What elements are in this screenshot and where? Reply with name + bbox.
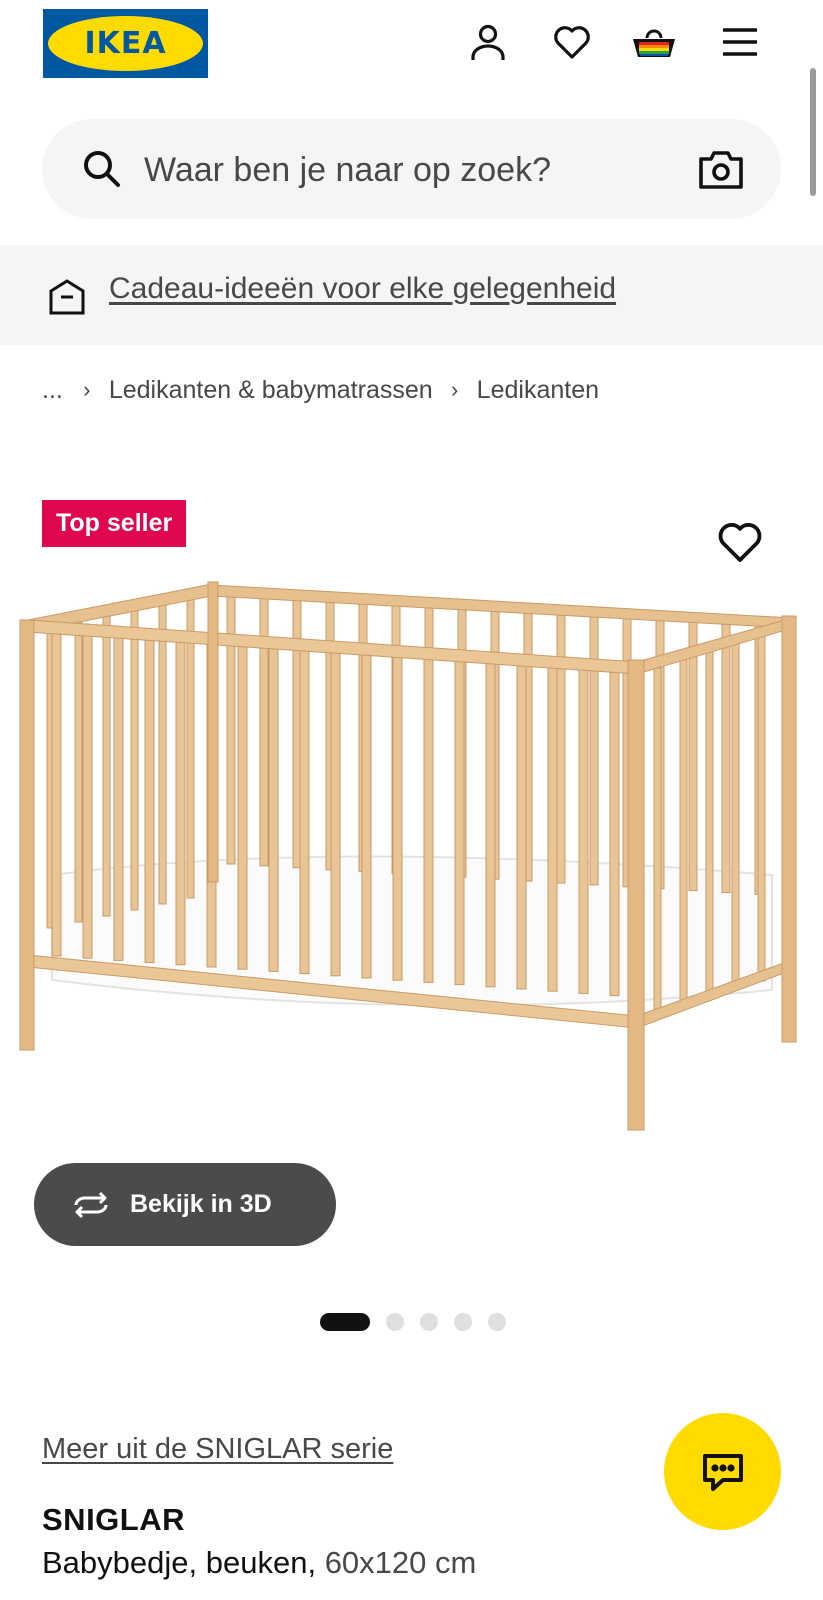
breadcrumb-item[interactable]: Ledikanten	[477, 376, 599, 405]
breadcrumb-separator: ›	[451, 377, 459, 402]
camera-icon[interactable]	[697, 145, 745, 193]
product-type: Babybedje, beuken,	[42, 1545, 317, 1580]
product-description: Babybedje, beuken, 60x120 cm	[42, 1545, 476, 1581]
carousel-dot[interactable]	[320, 1313, 370, 1331]
breadcrumb-item[interactable]: Ledikanten & babymatrassen	[109, 376, 433, 405]
search-icon	[84, 151, 120, 187]
chat-icon	[702, 1453, 743, 1491]
favorite-heart-icon[interactable]	[716, 518, 764, 566]
breadcrumb-separator: ›	[83, 377, 91, 402]
rotate-3d-icon	[74, 1191, 108, 1218]
carousel-dot[interactable]	[420, 1313, 438, 1331]
menu-icon[interactable]	[716, 18, 764, 66]
promo-banner: Cadeau-ideeën voor elke gelegenheid	[0, 245, 823, 345]
carousel-dot[interactable]	[488, 1313, 506, 1331]
ikea-logo[interactable]: IKEA	[43, 9, 208, 78]
top-seller-badge: Top seller	[42, 500, 187, 547]
product-name: SNIGLAR	[42, 1502, 185, 1537]
basket-icon[interactable]	[630, 18, 678, 66]
carousel-indicator	[320, 1313, 506, 1331]
breadcrumb-ellipsis[interactable]: ...	[42, 376, 63, 405]
search-input[interactable]	[142, 143, 706, 197]
gift-box-icon	[49, 279, 85, 315]
promo-link[interactable]: Cadeau-ideeën voor elke gelegenheid	[109, 272, 616, 306]
breadcrumb: ... › Ledikanten & babymatrassen › Ledik…	[42, 372, 599, 408]
product-dimensions: 60x120 cm	[324, 1545, 477, 1580]
carousel-dot[interactable]	[454, 1313, 472, 1331]
scrollbar[interactable]	[810, 68, 816, 196]
crib-image	[19, 581, 797, 1131]
heart-icon[interactable]	[548, 18, 596, 66]
chat-button[interactable]	[664, 1413, 781, 1530]
user-icon[interactable]	[464, 18, 512, 66]
view-3d-label: Bekijk in 3D	[130, 1190, 272, 1218]
view-3d-button[interactable]: Bekijk in 3D	[34, 1163, 336, 1246]
series-link[interactable]: Meer uit de SNIGLAR serie	[42, 1433, 393, 1466]
carousel-dot[interactable]	[386, 1313, 404, 1331]
logo-text: IKEA	[84, 26, 167, 61]
search-bar[interactable]	[42, 119, 781, 219]
